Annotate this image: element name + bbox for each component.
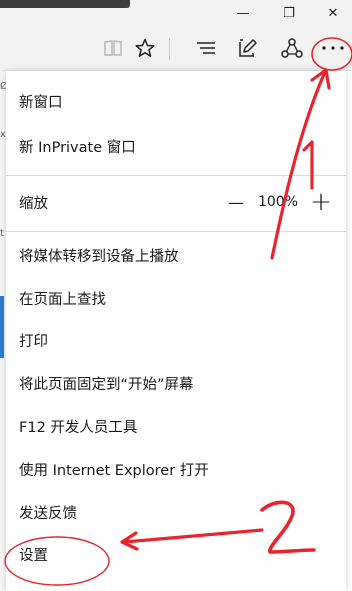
menu-item-label: 打印 [19,333,48,350]
more-actions-menu: 新窗口 新 InPrivate 窗口 缩放 — 100% + 将媒体转移到设备上… [6,71,346,591]
menu-item-print[interactable]: 打印 [6,319,346,361]
browser-toolbar [0,26,352,71]
menu-item-open-with-ie[interactable]: 使用 Internet Explorer 打开 [6,448,346,490]
menu-item-new-inprivate-window[interactable]: 新 InPrivate 窗口 [6,125,346,167]
menu-item-label: F12 开发人员工具 [19,419,138,436]
hub-icon[interactable] [190,32,222,64]
close-button[interactable]: ✕ [310,0,352,26]
maximize-button[interactable]: ❐ [266,0,312,26]
toolbar-separator [169,38,170,60]
menu-item-label: 使用 Internet Explorer 打开 [19,462,209,479]
page-highlight-bar [0,296,4,358]
web-note-icon[interactable] [232,32,264,64]
menu-item-send-feedback[interactable]: 发送反馈 [6,491,346,533]
menu-item-cast-media[interactable]: 将媒体转移到设备上播放 [6,234,346,276]
menu-item-zoom: 缩放 — 100% + [6,181,346,223]
menu-item-label: 在页面上查找 [19,291,106,308]
favorites-star-icon[interactable] [129,32,161,64]
menu-item-f12-developer-tools[interactable]: F12 开发人员工具 [6,405,346,447]
menu-item-find-on-page[interactable]: 在页面上查找 [6,277,346,319]
tab-strip[interactable] [0,0,130,8]
zoom-level-value: 100% [257,194,299,210]
menu-item-label: 设置 [19,547,48,564]
menu-divider [6,175,346,176]
more-actions-icon[interactable] [317,32,349,64]
menu-item-label: 新窗口 [19,94,63,111]
menu-item-label: 将此页面固定到“开始”屏幕 [19,376,194,393]
reading-view-icon[interactable] [97,32,129,64]
share-icon[interactable] [276,32,308,64]
minimize-button[interactable]: — [220,0,266,26]
menu-item-label: 发送反馈 [19,505,77,522]
zoom-label: 缩放 [19,195,48,212]
menu-divider [6,231,346,232]
title-bar: — ❐ ✕ [0,0,352,26]
menu-item-label: 新 InPrivate 窗口 [19,139,136,156]
zoom-in-button[interactable]: + [306,187,336,217]
menu-item-settings[interactable]: 设置 [6,533,346,575]
menu-item-new-window[interactable]: 新窗口 [6,80,346,122]
zoom-out-button[interactable]: — [222,190,250,214]
menu-item-pin-to-start[interactable]: 将此页面固定到“开始”屏幕 [6,362,346,404]
menu-item-label: 将媒体转移到设备上播放 [19,248,179,265]
